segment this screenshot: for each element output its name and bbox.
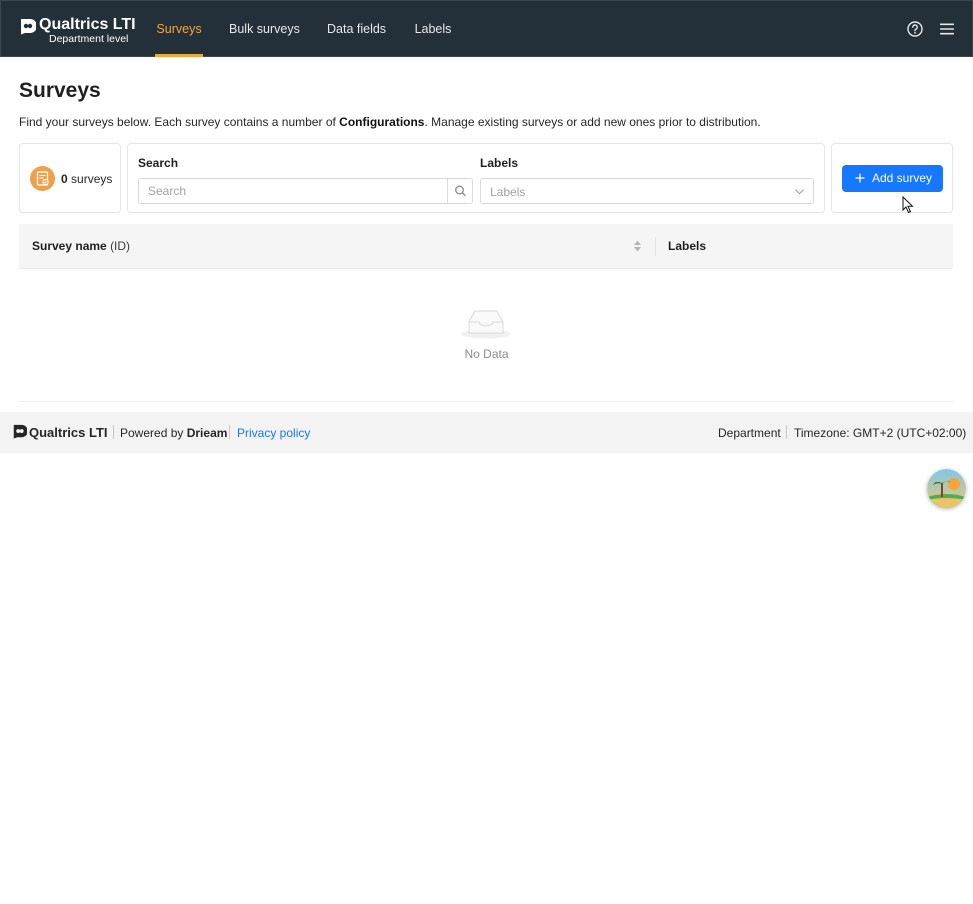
search-label: Search — [138, 156, 179, 170]
footer-scope: Department — [718, 426, 781, 440]
page-description: Find your surveys below. Each survey con… — [19, 115, 761, 129]
privacy-policy-link[interactable]: Privacy policy — [237, 426, 310, 440]
footer-divider — [786, 425, 787, 439]
qualtrics-logo-icon — [13, 424, 27, 439]
search-field[interactable] — [138, 178, 473, 204]
labels-select[interactable]: Labels — [480, 178, 814, 204]
menu-icon[interactable] — [938, 20, 956, 38]
qualtrics-logo-icon — [21, 19, 36, 35]
avatar-image — [927, 469, 966, 508]
page-title: Surveys — [19, 79, 101, 102]
tab-labels[interactable]: Labels — [414, 1, 452, 57]
brand-title: Qualtrics LTI — [39, 16, 136, 33]
chevron-down-icon — [795, 189, 804, 195]
footer: Qualtrics LTI Powered by Drieam Privacy … — [0, 412, 973, 453]
column-header-survey-name-suffix: (ID) — [110, 239, 131, 253]
survey-count-label: surveys — [71, 172, 113, 186]
column-header-survey-name[interactable]: Survey name (ID) — [32, 239, 130, 253]
survey-count-card: 0 surveys — [19, 143, 121, 213]
add-survey-button[interactable]: Add survey — [842, 165, 943, 192]
search-icon — [455, 185, 466, 197]
filter-card: Search Labels Labels — [127, 143, 825, 213]
empty-inbox-icon — [461, 310, 511, 339]
footer-divider — [229, 425, 230, 439]
sort-icon[interactable] — [633, 239, 642, 253]
column-divider — [655, 237, 656, 256]
labels-filter-label: Labels — [480, 156, 519, 170]
description-text-end: . Manage existing surveys or add new one… — [424, 115, 761, 129]
column-header-survey-name-label: Survey name — [32, 239, 107, 253]
tab-surveys[interactable]: Surveys — [155, 1, 203, 57]
survey-icon — [30, 166, 55, 191]
powered-by-text: Powered by — [120, 426, 184, 440]
footer-powered-by: Powered by Drieam — [120, 426, 227, 440]
add-survey-label: Add survey — [872, 171, 933, 185]
brand-subtitle: Department level — [49, 33, 129, 45]
brand-logo[interactable]: Qualtrics LTI Department level — [19, 16, 136, 46]
tab-data-fields[interactable]: Data fields — [327, 1, 386, 57]
add-survey-card: Add survey — [831, 143, 953, 213]
table-header: Survey name (ID) Labels — [19, 224, 953, 269]
tab-bulk-surveys[interactable]: Bulk surveys — [229, 1, 300, 57]
plus-icon — [855, 173, 865, 183]
footer-brand: Qualtrics LTI — [29, 425, 108, 440]
user-avatar[interactable] — [927, 469, 966, 508]
mouse-cursor-icon — [902, 196, 914, 214]
footer-timezone: Timezone: GMT+2 (UTC+02:00) — [794, 426, 967, 440]
description-text: Find your surveys below. Each survey con… — [19, 115, 340, 129]
description-emphasis: Configurations — [339, 115, 425, 129]
table-bottom-border — [19, 401, 953, 402]
footer-divider — [113, 425, 114, 439]
survey-count: 0 surveys — [61, 172, 112, 186]
column-header-labels: Labels — [668, 239, 707, 253]
powered-by-company: Drieam — [186, 426, 228, 440]
search-input[interactable] — [139, 179, 448, 203]
survey-count-value: 0 — [61, 172, 68, 186]
empty-state-text: No Data — [464, 347, 509, 361]
help-icon[interactable] — [906, 20, 924, 38]
labels-select-placeholder: Labels — [490, 185, 526, 199]
search-button[interactable] — [447, 179, 472, 203]
top-navigation-bar: Qualtrics LTI Department level Surveys B… — [0, 0, 973, 57]
